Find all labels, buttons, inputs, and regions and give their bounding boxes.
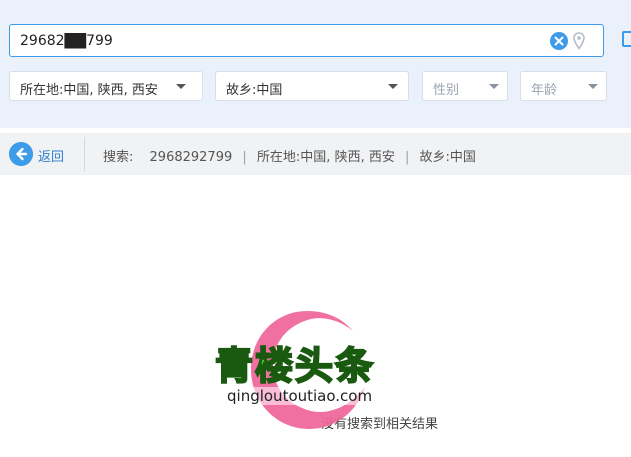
chevron-down-icon xyxy=(176,84,186,89)
gender-dropdown-placeholder: 性别 xyxy=(433,83,460,98)
hometown-dropdown[interactable]: 故乡:中国 xyxy=(215,71,409,101)
hometown-dropdown-value: 故乡:中国 xyxy=(226,83,283,98)
separator: | xyxy=(242,150,247,165)
chevron-down-icon xyxy=(588,84,598,89)
chevron-down-icon xyxy=(388,84,398,89)
age-dropdown-placeholder: 年龄 xyxy=(531,83,558,98)
back-arrow-icon xyxy=(9,142,33,166)
search-input[interactable] xyxy=(20,32,540,50)
chevron-down-icon xyxy=(489,84,499,89)
location-dropdown-value: 所在地:中国, 陕西, 西安 xyxy=(20,83,158,98)
divider xyxy=(84,137,85,171)
gender-dropdown[interactable]: 性别 xyxy=(422,71,508,101)
search-summary: 搜索: 2968292799 | 所在地:中国, 陕西, 西安 | 故乡:中国 xyxy=(103,146,476,165)
clear-icon[interactable] xyxy=(550,32,568,50)
search-box[interactable] xyxy=(9,24,604,57)
search-panel: 所在地:中国, 陕西, 西安 故乡:中国 性别 年龄 xyxy=(0,0,631,128)
location-pin-icon[interactable] xyxy=(573,32,585,50)
search-summary-location: 所在地:中国, 陕西, 西安 xyxy=(256,150,395,165)
window-edge-icon[interactable] xyxy=(622,31,631,47)
back-button-label: 返回 xyxy=(38,150,65,165)
search-summary-value: 2968292799 xyxy=(149,150,233,165)
separator: | xyxy=(404,150,410,165)
location-dropdown[interactable]: 所在地:中国, 陕西, 西安 xyxy=(9,71,203,101)
search-summary-hometown: 故乡:中国 xyxy=(419,150,476,165)
watermark-logo: 青楼头条 qingloutoutiao.com xyxy=(205,305,400,440)
watermark-url: qingloutoutiao.com xyxy=(225,387,375,405)
search-summary-label: 搜索: xyxy=(103,150,134,165)
age-dropdown[interactable]: 年龄 xyxy=(520,71,607,101)
breadcrumb: 返回 搜索: 2968292799 | 所在地:中国, 陕西, 西安 | 故乡:… xyxy=(0,133,631,175)
watermark-title: 青楼头条 xyxy=(214,343,376,389)
